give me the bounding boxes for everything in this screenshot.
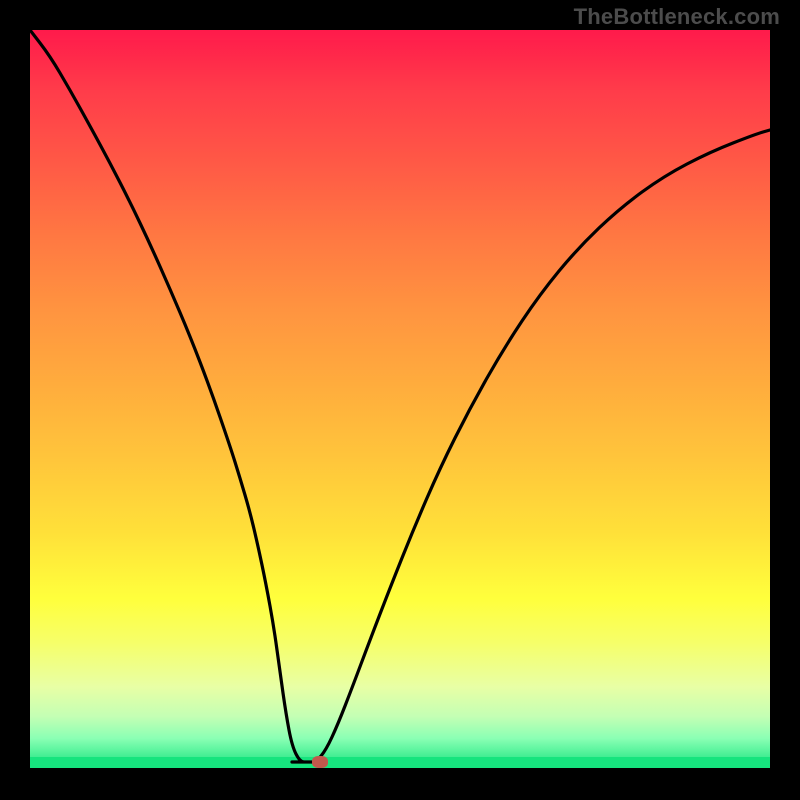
bottleneck-curve bbox=[30, 30, 770, 762]
plot-area bbox=[30, 30, 770, 768]
axis-left-gutter bbox=[0, 30, 30, 768]
curve-svg bbox=[30, 30, 770, 768]
watermark-text: TheBottleneck.com bbox=[574, 4, 780, 30]
chart-frame: TheBottleneck.com bbox=[0, 0, 800, 800]
optimum-marker bbox=[312, 756, 328, 768]
axis-bottom-gutter bbox=[30, 768, 770, 800]
